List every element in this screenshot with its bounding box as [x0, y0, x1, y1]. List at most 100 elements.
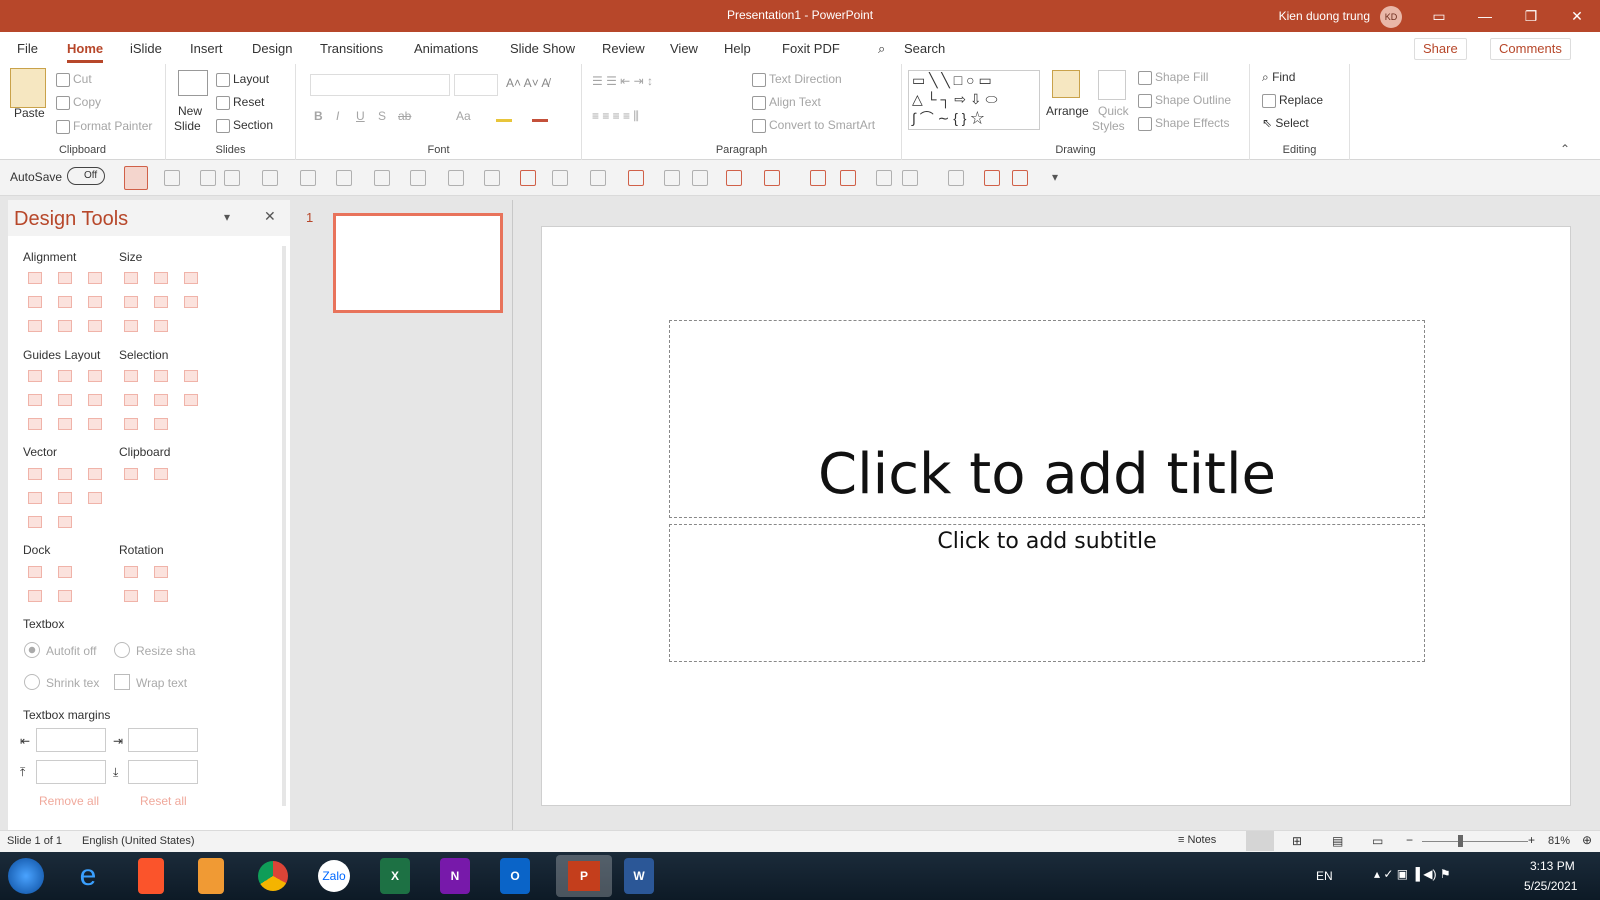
qat-icon-8[interactable] [410, 170, 426, 186]
qat-icon-21[interactable] [876, 170, 892, 186]
pane-divider[interactable] [512, 200, 513, 830]
tab-foxit-pdf[interactable]: Foxit PDF [782, 41, 840, 56]
design-tools-toggle-icon[interactable] [124, 166, 148, 190]
design-tool-icon-22[interactable] [184, 370, 198, 382]
qat-icon-18[interactable] [764, 170, 780, 186]
qat-icon-17[interactable] [726, 170, 742, 186]
panel-options-icon[interactable]: ▾ [224, 210, 230, 224]
reading-view-icon[interactable]: ▤ [1332, 834, 1343, 848]
design-tool-icon-26[interactable] [124, 394, 138, 406]
design-tool-icon-35[interactable] [58, 468, 72, 480]
resize-shape-radio[interactable] [114, 642, 130, 658]
margin-bottom-input[interactable] [128, 760, 198, 784]
qat-icon-19[interactable] [810, 170, 826, 186]
slide-canvas[interactable]: Click to add title Click to add subtitle [541, 226, 1571, 806]
font-name-select[interactable] [310, 74, 450, 96]
shape-effects-button[interactable]: Shape Effects [1138, 116, 1230, 131]
tab-help[interactable]: Help [724, 41, 751, 56]
chrome-icon[interactable] [258, 861, 288, 891]
onenote-icon[interactable]: N [440, 858, 470, 894]
input-language[interactable]: EN [1316, 869, 1333, 883]
new-slide-icon[interactable] [178, 70, 208, 96]
design-tool-icon-34[interactable] [28, 468, 42, 480]
highlight-icon[interactable] [496, 108, 512, 122]
design-tool-icon-5[interactable] [184, 272, 198, 284]
design-tool-icon-49[interactable] [58, 590, 72, 602]
design-tool-icon-17[interactable] [28, 370, 42, 382]
qat-icon-22[interactable] [902, 170, 918, 186]
format-painter-button[interactable]: Format Painter [56, 119, 152, 134]
design-tool-icon-40[interactable] [58, 492, 72, 504]
copy-button[interactable]: Copy [56, 95, 101, 110]
grow-font-icon[interactable]: A˄ A˅ A̸ [506, 76, 549, 90]
qat-icon-25[interactable] [1012, 170, 1028, 186]
qat-icon-14[interactable] [628, 170, 644, 186]
qat-icon-24[interactable] [984, 170, 1000, 186]
reset-button[interactable]: Reset [216, 95, 264, 110]
design-tool-icon-39[interactable] [28, 492, 42, 504]
italic-button[interactable]: I [336, 109, 339, 123]
text-direction-button[interactable]: Text Direction [752, 72, 842, 87]
word-icon[interactable]: W [624, 858, 654, 894]
design-tool-icon-51[interactable] [154, 590, 168, 602]
select-button[interactable]: ⇖ Select [1262, 116, 1309, 130]
zalo-icon[interactable]: Zalo [318, 860, 350, 892]
shapes-gallery[interactable]: ▭ ╲ ╲ □ ○ ▭ △ └ ┐ ⇨ ⇩ ⬭ ∫ ⌒ ∼ { } ☆ [908, 70, 1040, 130]
slideshow-icon[interactable]: ▭ [1372, 834, 1383, 848]
design-tool-icon-10[interactable] [154, 296, 168, 308]
notes-button[interactable]: ≡ Notes [1178, 834, 1216, 846]
panel-close-icon[interactable]: ✕ [264, 208, 276, 225]
design-tool-icon-33[interactable] [154, 418, 168, 430]
customize-qat-icon[interactable]: ▾ [1052, 170, 1058, 184]
tab-review[interactable]: Review [602, 41, 645, 56]
bullets-icon[interactable]: ☰ ☰ ⇤ ⇥ ↕ [592, 74, 653, 88]
zoom-slider[interactable] [1422, 841, 1528, 842]
design-tool-icon-30[interactable] [58, 418, 72, 430]
qat-icon-13[interactable] [590, 170, 606, 186]
reset-all-button[interactable]: Reset all [140, 794, 187, 808]
design-tool-icon-7[interactable] [58, 296, 72, 308]
design-tool-icon-6[interactable] [28, 296, 42, 308]
ribbon-display-icon[interactable]: ▭ [1416, 0, 1462, 32]
design-tool-icon-4[interactable] [154, 272, 168, 284]
clock-time[interactable]: 3:13 PM [1530, 859, 1575, 873]
quick-styles-label-1[interactable]: Quick [1098, 104, 1129, 118]
design-tool-icon-31[interactable] [88, 418, 102, 430]
design-tool-icon-14[interactable] [88, 320, 102, 332]
tab-file[interactable]: File [17, 41, 38, 56]
find-button[interactable]: ⌕ Find [1262, 70, 1295, 85]
avatar[interactable]: KD [1380, 6, 1402, 28]
qat-icon-9[interactable] [448, 170, 464, 186]
align-icons[interactable]: ≡ ≡ ≡ ≡ ⫼ [592, 109, 639, 124]
smartart-button[interactable]: Convert to SmartArt [752, 118, 875, 133]
shape-fill-button[interactable]: Shape Fill [1138, 70, 1208, 85]
remove-all-button[interactable]: Remove all [39, 794, 99, 808]
qat-icon-10[interactable] [484, 170, 500, 186]
paste-icon[interactable] [10, 68, 46, 108]
design-tool-icon-9[interactable] [124, 296, 138, 308]
design-tool-icon-8[interactable] [88, 296, 102, 308]
ie-icon[interactable]: e [70, 858, 106, 894]
normal-view-icon[interactable] [1246, 831, 1274, 851]
design-tool-icon-15[interactable] [124, 320, 138, 332]
panel-scrollbar[interactable] [282, 246, 286, 806]
design-tool-icon-42[interactable] [28, 516, 42, 528]
qat-icon-1[interactable] [164, 170, 180, 186]
restore-icon[interactable]: ❐ [1508, 0, 1554, 32]
tab-insert[interactable]: Insert [190, 41, 223, 56]
quick-styles-icon[interactable] [1098, 70, 1126, 100]
replace-button[interactable]: Replace [1262, 93, 1323, 108]
qat-icon-2[interactable] [200, 170, 216, 186]
design-tool-icon-11[interactable] [184, 296, 198, 308]
design-tool-icon-21[interactable] [154, 370, 168, 382]
qat-icon-3[interactable] [224, 170, 240, 186]
arrange-icon[interactable] [1052, 70, 1080, 98]
tab-animations[interactable]: Animations [414, 41, 478, 56]
qat-icon-15[interactable] [664, 170, 680, 186]
media-player-icon[interactable] [198, 858, 224, 894]
align-text-button[interactable]: Align Text [752, 95, 821, 110]
cut-button[interactable]: Cut [56, 72, 92, 87]
language-indicator[interactable]: English (United States) [82, 835, 195, 847]
design-tool-icon-41[interactable] [88, 492, 102, 504]
design-tool-icon-46[interactable] [124, 566, 138, 578]
